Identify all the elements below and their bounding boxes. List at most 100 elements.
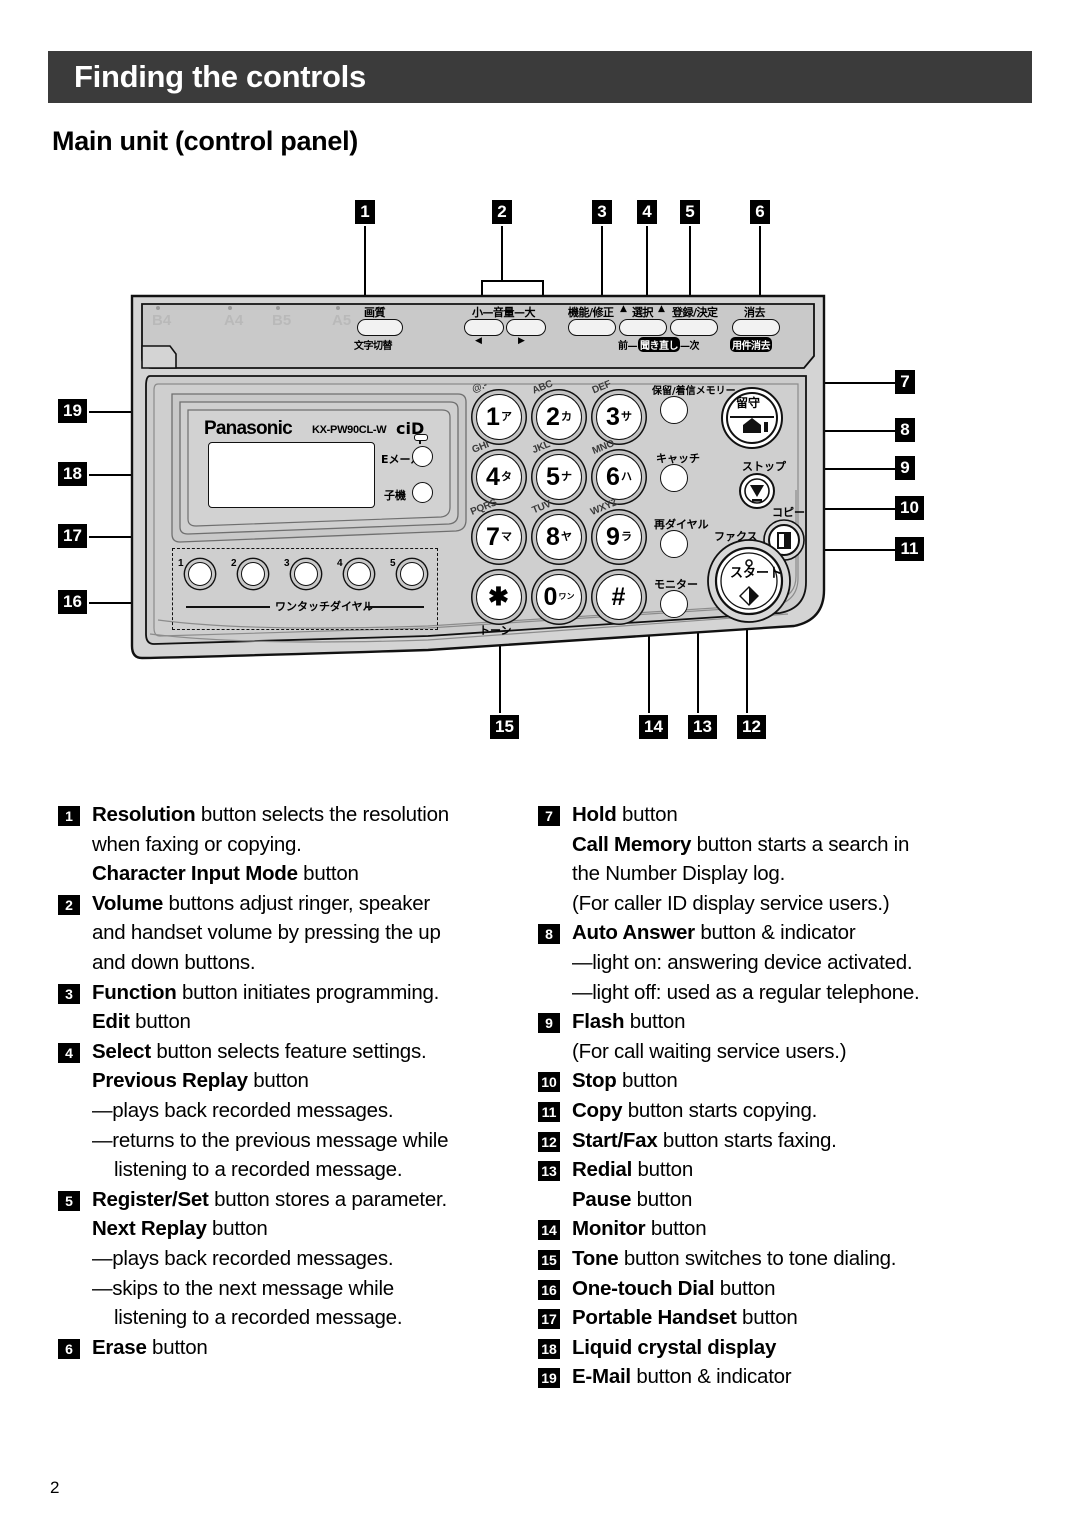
email-button[interactable] [412, 446, 433, 467]
description-chip-12: 12 [538, 1131, 560, 1152]
monitor-button[interactable] [660, 590, 688, 618]
desc-1-bold: Resolution [92, 803, 196, 826]
select-button[interactable] [619, 319, 667, 336]
keypad-key-0[interactable]: 0 ワン [536, 574, 582, 620]
control-panel-figure: 1 2 3 4 5 6 7 8 9 10 11 19 18 17 16 15 1… [0, 190, 1080, 770]
keypad-key-9[interactable]: 9ラ [596, 514, 642, 560]
volume-down-button[interactable] [464, 319, 504, 336]
description-chip-4: 4 [58, 1042, 80, 1063]
description-chip-3: 3 [58, 983, 80, 1004]
desc-17-rest: button [736, 1306, 798, 1330]
description-chip-15: 15 [538, 1249, 560, 1270]
desc-5-line2-rest: button [206, 1217, 268, 1241]
hold-call-memory-button[interactable] [660, 396, 688, 424]
desc-16-bold: One-touch Dial [572, 1276, 715, 1300]
stop-button[interactable] [738, 472, 776, 510]
keypad-key-star[interactable]: ✱ [476, 574, 522, 620]
erase-button-label: 消去 [744, 306, 766, 319]
top-button-strip: B4 A4 B5 A5 画質 文字切替 小—音量—大 ◀ ▶ 機能/修正 ▲ 選… [134, 300, 818, 362]
description-text-4: Select button selects feature settings. … [92, 1037, 518, 1096]
description-text-13: Redial button Pause button [572, 1155, 998, 1214]
callout-11: 11 [895, 537, 924, 561]
one-touch-number-4: 4 [337, 558, 343, 569]
register-set-button[interactable] [670, 319, 718, 336]
one-touch-dial-button-5[interactable] [400, 562, 424, 586]
callout-17: 17 [58, 524, 87, 548]
auto-answer-label: 留守 [736, 396, 761, 410]
desc-1-line2: when faxing or copying. [92, 832, 302, 856]
start-label: スタート [730, 566, 783, 581]
desc-13-line2-bold: Pause [572, 1187, 632, 1211]
description-text-17: Portable Handset button [572, 1303, 998, 1333]
description-text-2: Volume buttons adjust ringer, speaker an… [92, 889, 518, 978]
one-touch-number-1: 1 [178, 558, 184, 569]
description-item-12: 12 Start/Fax button starts faxing. [538, 1126, 998, 1156]
key-kana-2: カ [560, 409, 572, 423]
erase-button[interactable] [732, 319, 780, 336]
function-button-label: 機能/修正 [568, 306, 614, 319]
description-5-sub2: —skips to the next message while [92, 1276, 394, 1300]
desc-9-rest: button [624, 1010, 686, 1034]
description-text-6: Erase button [92, 1333, 518, 1363]
page-header-bar: Finding the controls [48, 51, 1032, 103]
description-chip-10: 10 [538, 1072, 560, 1093]
volume-right-arrow-icon: ▶ [518, 336, 525, 346]
section-title: Main unit (control panel) [52, 126, 358, 156]
redial-pause-button[interactable] [660, 530, 688, 558]
keypad-key-4[interactable]: 4タ [476, 454, 522, 500]
desc-3-bold: Function [92, 980, 177, 1004]
leader-2 [501, 226, 503, 282]
key-kana-3: サ [620, 409, 632, 423]
description-chip-1: 1 [58, 806, 80, 826]
keypad-key-hash[interactable]: # [596, 574, 642, 620]
paper-dot-a4 [228, 306, 232, 310]
portable-handset-button[interactable] [412, 482, 433, 503]
model-number: KX-PW90CL-W [312, 424, 387, 436]
key-kana-9: ラ [620, 529, 632, 543]
description-text-9: Flash button [572, 1007, 998, 1037]
keypad-key-7[interactable]: 7マ [476, 514, 522, 560]
desc-7-rest: button [616, 803, 678, 826]
description-item-1: 1 Resolution button selects the resoluti… [58, 800, 518, 889]
callout-2: 2 [492, 200, 512, 224]
key-number-9: 9 [606, 522, 620, 551]
key-kana-1: ア [500, 409, 512, 423]
description-chip-5: 5 [58, 1190, 80, 1211]
paper-dot-b4 [156, 306, 160, 310]
description-item-8: 8 Auto Answer button & indicator [538, 918, 998, 948]
key-number-hash: # [611, 582, 626, 611]
description-item-4: 4 Select button selects feature settings… [58, 1037, 518, 1096]
desc-10-bold: Stop [572, 1069, 617, 1093]
key-number-7: 7 [486, 522, 500, 551]
desc-5-rest: button stores a parameter. [208, 1187, 447, 1211]
keypad-key-5[interactable]: 5ナ [536, 454, 582, 500]
keypad-key-6[interactable]: 6ハ [596, 454, 642, 500]
one-touch-dial-button-1[interactable] [188, 562, 212, 586]
desc-13-line2-rest: button [631, 1187, 693, 1211]
volume-up-button[interactable] [506, 319, 546, 336]
keypad-key-2[interactable]: 2カ [536, 394, 582, 440]
catch-flash-button[interactable] [660, 464, 688, 492]
page-title: Finding the controls [74, 59, 366, 94]
desc-19-rest: button & indicator [630, 1365, 792, 1389]
keypad-key-1[interactable]: 1ア [476, 394, 522, 440]
start-fax-button[interactable] [706, 538, 792, 624]
description-chip-8: 8 [538, 924, 560, 945]
one-touch-dial-button-2[interactable] [241, 562, 265, 586]
leader-6 [759, 226, 761, 298]
keypad-key-8[interactable]: 8ヤ [536, 514, 582, 560]
description-item-19: 19 E-Mail button & indicator [538, 1362, 998, 1392]
one-touch-dial-button-3[interactable] [294, 562, 318, 586]
resolution-button[interactable] [357, 319, 403, 336]
key-number-1: 1 [486, 402, 500, 431]
one-touch-dial-button-4[interactable] [347, 562, 371, 586]
desc-15-rest: button switches to tone dialing. [618, 1246, 897, 1270]
function-button[interactable] [568, 319, 616, 336]
keypad-key-3[interactable]: 3サ [596, 394, 642, 440]
key-number-2: 2 [546, 402, 560, 431]
callout-7: 7 [895, 370, 915, 394]
description-5-sub3: listening to a recorded message. [114, 1306, 403, 1330]
description-item-2: 2 Volume buttons adjust ringer, speaker … [58, 889, 518, 978]
key-kana-8: ヤ [560, 529, 572, 543]
key-kana-7: マ [500, 529, 512, 543]
